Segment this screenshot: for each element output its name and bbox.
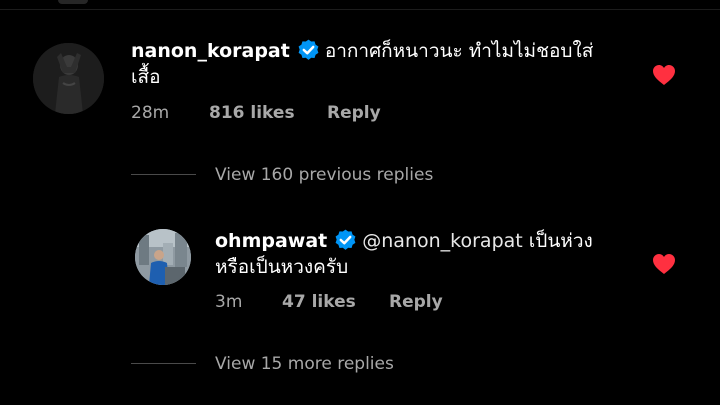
comment-timestamp: 3m: [215, 292, 243, 312]
verified-badge-icon: [333, 228, 358, 253]
avatar-nanon-korapat[interactable]: [33, 43, 104, 114]
reply-button[interactable]: Reply: [389, 291, 443, 313]
likes-count[interactable]: 816 likes: [209, 102, 295, 124]
thread-line: [131, 174, 196, 175]
comment-username[interactable]: nanon_korapat: [131, 40, 290, 62]
comment-2: ohmpawat @nanon_korapat เป็นห่วงหรือเป็นห…: [215, 228, 615, 280]
verified-badge-icon: [296, 38, 321, 63]
heart-filled-icon[interactable]: [652, 253, 676, 275]
thread-line: [131, 363, 196, 364]
divider: [0, 9, 720, 10]
view-more-replies-button[interactable]: View 15 more replies: [215, 353, 394, 375]
likes-count[interactable]: 47 likes: [282, 291, 356, 313]
view-previous-replies-button[interactable]: View 160 previous replies: [215, 164, 433, 186]
heart-filled-icon[interactable]: [652, 64, 676, 86]
avatar-ohmpawat[interactable]: [135, 229, 191, 285]
top-edge-fragment: [58, 0, 88, 4]
reply-button[interactable]: Reply: [327, 102, 381, 124]
comment-username[interactable]: ohmpawat: [215, 230, 327, 252]
comment-timestamp: 28m: [131, 103, 170, 123]
mention-link[interactable]: @nanon_korapat: [362, 230, 522, 252]
comment-1: nanon_korapat อากาศก็หนาวนะ ทำไมไม่ชอบใส่…: [131, 38, 601, 90]
